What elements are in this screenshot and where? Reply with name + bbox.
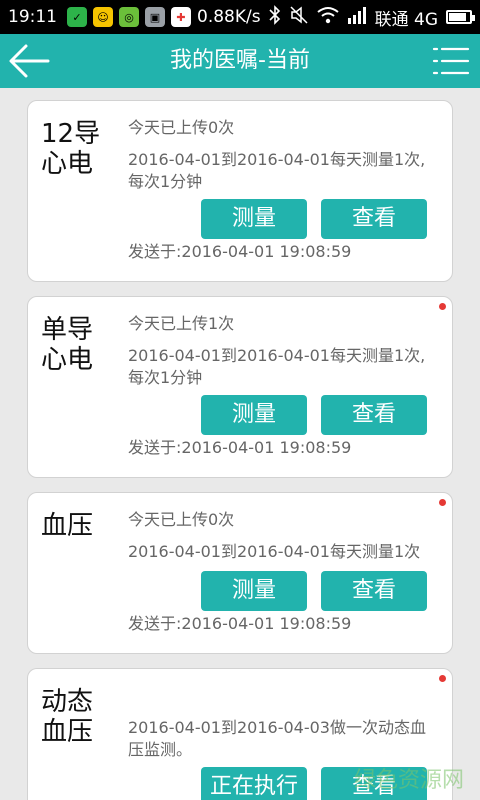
app-bar: 我的医嘱-当前	[0, 34, 480, 88]
menu-button[interactable]	[430, 40, 472, 82]
watermark: 绿色资源网	[353, 768, 464, 793]
order-card: 单导 心电 今天已上传1次 2016-04-01到2016-04-01每天测量1…	[27, 296, 453, 478]
order-card: 12导 心电 今天已上传0次 2016-04-01到2016-04-01每天测量…	[27, 100, 453, 282]
upload-status: 今天已上传1次	[128, 314, 235, 333]
view-button[interactable]: 查看	[321, 571, 427, 611]
upload-status: 今天已上传0次	[128, 118, 235, 137]
health-app-icon: ✚	[171, 7, 191, 27]
schedule-text: 2016-04-01到2016-04-01每天测量1次	[128, 542, 421, 561]
carrier-label: 联通 4G	[374, 9, 438, 30]
signal-icon	[347, 6, 367, 29]
new-indicator-dot	[439, 499, 446, 506]
upload-status: 今天已上传0次	[128, 510, 235, 529]
order-type: 单导 心电	[41, 315, 94, 375]
order-type: 动态 血压	[41, 687, 94, 747]
battery-level	[449, 13, 466, 21]
schedule-text: 2016-04-01到2016-04-01每天测量1次, 每次1分钟	[128, 346, 426, 387]
network-speed: 0.88K/s	[197, 7, 261, 27]
executing-button[interactable]: 正在执行	[201, 767, 307, 800]
sent-time: 发送于:2016-04-01 19:08:59	[128, 614, 352, 633]
measure-button[interactable]: 测量	[201, 199, 307, 239]
page-title: 我的医嘱-当前	[170, 48, 310, 73]
sent-time: 发送于:2016-04-01 19:08:59	[128, 438, 352, 457]
new-indicator-dot	[439, 303, 446, 310]
gallery-app-icon: ▣	[145, 7, 165, 27]
measure-button[interactable]: 测量	[201, 395, 307, 435]
list-menu-icon	[432, 47, 470, 75]
bluetooth-icon	[269, 4, 281, 30]
view-button[interactable]: 查看	[321, 395, 427, 435]
sent-time: 发送于:2016-04-01 19:08:59	[128, 242, 352, 261]
status-time: 19:11	[8, 7, 57, 27]
mute-icon	[289, 5, 309, 30]
schedule-text: 2016-04-01到2016-04-01每天测量1次, 每次1分钟	[128, 150, 426, 191]
status-bar: 19:11 ✓ ☺ ◎ ▣ ✚ 0.88K/s 联通 4G	[0, 0, 480, 34]
measure-button[interactable]: 测量	[201, 571, 307, 611]
order-type: 12导 心电	[41, 119, 101, 179]
order-card: 血压 今天已上传0次 2016-04-01到2016-04-01每天测量1次 测…	[27, 492, 453, 654]
battery-icon	[446, 10, 475, 24]
schedule-text: 2016-04-01到2016-04-03做一次动态血 压监测。	[128, 718, 426, 759]
order-type: 血压	[41, 511, 94, 541]
shield-app-icon: ✓	[67, 7, 87, 27]
view-button[interactable]: 查看	[321, 199, 427, 239]
game-app-icon: ☺	[93, 7, 113, 27]
browser-app-icon: ◎	[119, 7, 139, 27]
wifi-icon	[316, 6, 339, 29]
new-indicator-dot	[439, 675, 446, 682]
